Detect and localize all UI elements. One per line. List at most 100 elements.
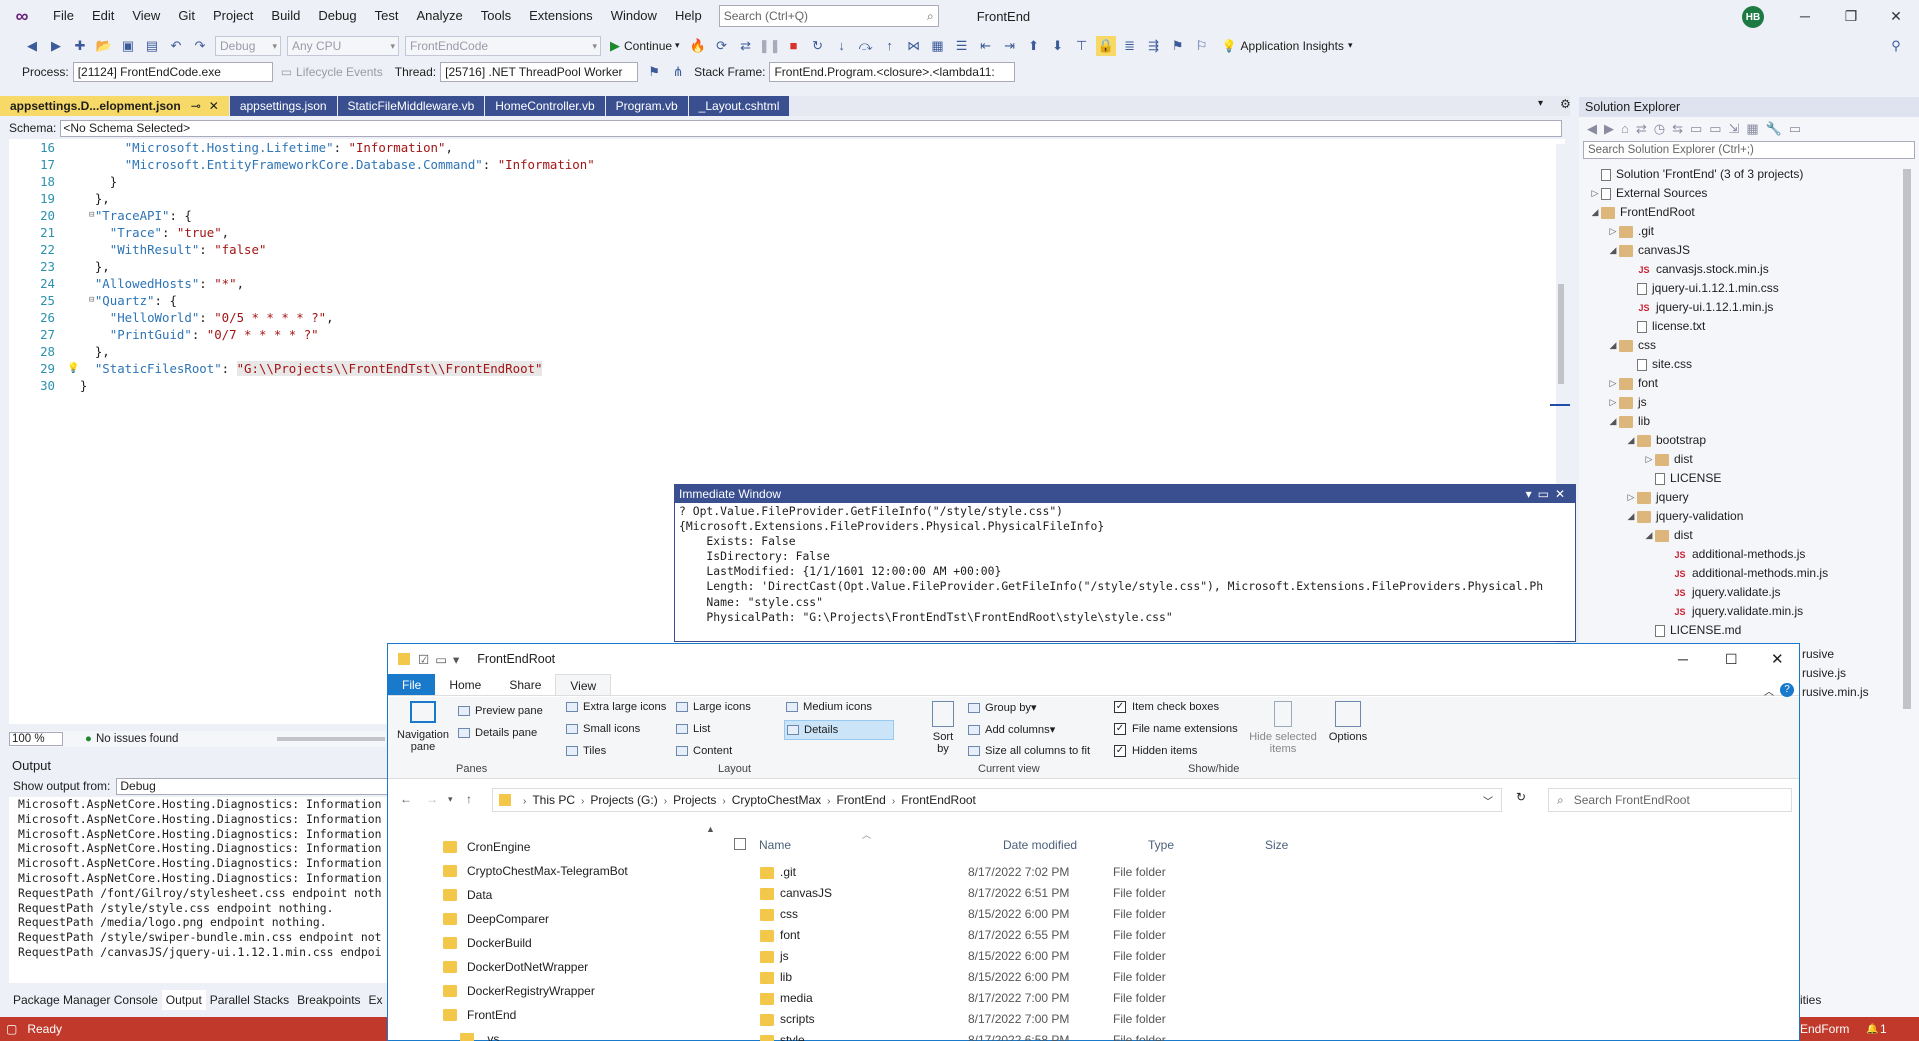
tree-item-partial[interactable]: rusive.min.js bbox=[1802, 685, 1869, 699]
explorer-close-button[interactable]: ✕ bbox=[1771, 650, 1784, 668]
split-icon[interactable]: ⊤ bbox=[1072, 36, 1092, 56]
code-line[interactable]: 16 "Microsoft.Hosting.Lifetime": "Inform… bbox=[9, 139, 1539, 156]
breadcrumb-separator-icon[interactable]: › bbox=[581, 796, 584, 807]
break-all-icon[interactable]: ❚❚ bbox=[759, 36, 781, 56]
menu-item-tools[interactable]: Tools bbox=[472, 0, 520, 32]
zoom-select[interactable]: 100 % bbox=[9, 732, 63, 746]
nav-folder-item[interactable]: Data bbox=[443, 885, 492, 905]
thread-select[interactable]: [25716] .NET ThreadPool Worker bbox=[440, 62, 639, 82]
restart-icon[interactable]: ↻ bbox=[808, 36, 828, 56]
tree-item[interactable]: LICENSE.md bbox=[1643, 621, 1741, 640]
collapse-icon[interactable]: ⊟ bbox=[89, 207, 94, 224]
arrow-down-icon[interactable]: ⬇ bbox=[1048, 36, 1068, 56]
ribbon-tab-home[interactable]: Home bbox=[435, 674, 495, 695]
details-option[interactable]: Details bbox=[784, 720, 894, 740]
bottom-tab[interactable]: Parallel Stacks bbox=[206, 990, 293, 1010]
visual-studio-logo-icon[interactable]: ∞ bbox=[0, 6, 44, 27]
small-icons-option[interactable]: Small icons bbox=[566, 723, 640, 735]
process-select[interactable]: [21124] FrontEndCode.exe bbox=[72, 62, 273, 82]
code-line[interactable]: 28 }, bbox=[9, 343, 1539, 360]
tree-item[interactable]: JS jquery.validate.min.js bbox=[1661, 602, 1803, 621]
tree-item[interactable]: license.txt bbox=[1625, 317, 1705, 336]
content-option[interactable]: Content bbox=[676, 745, 732, 757]
tab-2[interactable]: appsettings.json bbox=[229, 96, 337, 116]
menu-item-test[interactable]: Test bbox=[366, 0, 408, 32]
close-button[interactable]: ✕ bbox=[1873, 0, 1919, 32]
horizontal-scrollbar[interactable] bbox=[277, 737, 385, 741]
file-row[interactable]: canvasJS 8/17/2022 6:51 PM File folder bbox=[748, 883, 1308, 904]
tree-item[interactable]: LICENSE bbox=[1643, 469, 1721, 488]
configuration-select[interactable]: Debug bbox=[215, 35, 281, 56]
menu-item-project[interactable]: Project bbox=[204, 0, 262, 32]
code-line[interactable]: 29 "StaticFilesRoot": "G:\\Projects\\Fro… bbox=[9, 360, 1539, 377]
tree-item-partial[interactable]: rusive.js bbox=[1802, 666, 1846, 680]
breadcrumb-item[interactable]: FrontEnd bbox=[836, 793, 885, 807]
tab-4[interactable]: HomeController.vb bbox=[485, 96, 605, 116]
tree-item[interactable]: ◢ dist bbox=[1643, 526, 1693, 545]
issues-label[interactable]: No issues found bbox=[96, 733, 178, 745]
expand-arrow-icon[interactable]: ▷ bbox=[1625, 488, 1637, 507]
menu-item-extensions[interactable]: Extensions bbox=[520, 0, 602, 32]
tree-item[interactable]: ▷ .git bbox=[1607, 222, 1654, 241]
bottom-tab[interactable]: Package Manager Console bbox=[9, 990, 162, 1010]
bookmark-next-icon[interactable]: ⇥ bbox=[1000, 36, 1020, 56]
restore-button[interactable]: ❐ bbox=[1828, 0, 1874, 32]
save-all-icon[interactable]: ▤ bbox=[142, 36, 162, 56]
refresh-address-icon[interactable]: ↻ bbox=[1516, 790, 1526, 804]
step-into-icon[interactable]: ↓ bbox=[832, 36, 852, 56]
tree-item[interactable]: ▷ dist bbox=[1643, 450, 1693, 469]
expand-arrow-icon[interactable]: ◢ bbox=[1607, 241, 1619, 260]
undo-icon[interactable]: ↶ bbox=[166, 36, 186, 56]
search-input[interactable]: Search (Ctrl+Q) ⌕ bbox=[718, 5, 939, 27]
tree-item[interactable]: JS jquery-ui.1.12.1.min.js bbox=[1625, 298, 1773, 317]
code-line[interactable]: 18 } bbox=[9, 173, 1539, 190]
menu-item-window[interactable]: Window bbox=[602, 0, 666, 32]
tree-item[interactable]: ▷ jquery bbox=[1625, 488, 1689, 507]
nav-folder-item[interactable]: CronEngine bbox=[443, 837, 530, 857]
live-share-icon[interactable]: ⚲ bbox=[1886, 36, 1906, 56]
tree-item[interactable]: ◢ css bbox=[1607, 336, 1656, 355]
refresh-icon[interactable]: ⟳ bbox=[712, 36, 732, 56]
collapse-ribbon-icon[interactable]: ︿ bbox=[1764, 683, 1774, 698]
details-pane-button[interactable]: Details pane bbox=[458, 727, 537, 739]
code-line[interactable]: 19 }, bbox=[9, 190, 1539, 207]
breadcrumb-separator-icon[interactable]: › bbox=[722, 796, 725, 807]
menu-item-file[interactable]: File bbox=[44, 0, 83, 32]
bookmark-icon[interactable]: ⚑ bbox=[1168, 36, 1188, 56]
expand-arrow-icon[interactable]: ▷ bbox=[1643, 450, 1655, 469]
tree-item[interactable]: site.css bbox=[1625, 355, 1692, 374]
solution-search-input[interactable]: Search Solution Explorer (Ctrl+;) bbox=[1583, 141, 1915, 159]
nav-folder-item[interactable]: DockerDotNetWrapper bbox=[443, 957, 588, 977]
file-row[interactable]: .git 8/17/2022 7:02 PM File folder bbox=[748, 862, 1308, 883]
nav-scroll-up-icon[interactable]: ▲ bbox=[706, 824, 715, 834]
hot-reload-icon[interactable]: 🔥 bbox=[688, 36, 708, 56]
address-bar[interactable]: › This PC › Projects (G:) › Projects › CryptoCh… bbox=[492, 788, 1502, 812]
menu-item-help[interactable]: Help bbox=[666, 0, 711, 32]
file-row[interactable]: style 8/17/2022 6:58 PM File folder bbox=[748, 1030, 1308, 1041]
file-row[interactable]: scripts 8/17/2022 7:00 PM File folder bbox=[748, 1009, 1308, 1030]
show-threads-icon[interactable]: ⋈ bbox=[904, 36, 924, 56]
explorer-maximize-button[interactable]: ☐ bbox=[1725, 651, 1738, 668]
lifecycle-events-label[interactable]: Lifecycle Events bbox=[296, 65, 383, 79]
indent-icon[interactable]: ⇶ bbox=[1144, 36, 1164, 56]
avatar[interactable]: HB bbox=[1742, 6, 1764, 28]
tree-item[interactable]: ▷ External Sources bbox=[1589, 184, 1708, 203]
lock-icon[interactable]: 🔒 bbox=[1095, 35, 1116, 56]
tree-item[interactable]: ◢ bootstrap bbox=[1625, 431, 1707, 450]
editor-settings-icon[interactable]: ⚙ bbox=[1560, 97, 1571, 111]
item-check-boxes[interactable]: ✓ Item check boxes bbox=[1114, 701, 1219, 713]
step-over-icon[interactable]: ⤼ bbox=[856, 36, 876, 56]
browser-link-icon[interactable]: ⇄ bbox=[736, 36, 756, 56]
step-out-icon[interactable]: ↑ bbox=[880, 36, 900, 56]
code-line[interactable]: 27 "PrintGuid": "0/7 * * * * ?" bbox=[9, 326, 1539, 343]
size-columns-button[interactable]: Size all columns to fit bbox=[968, 745, 1090, 757]
close-tab-icon[interactable]: ✕ bbox=[209, 99, 219, 113]
bottom-tab[interactable]: Breakpoints bbox=[293, 990, 364, 1010]
schema-select[interactable]: <No Schema Selected> bbox=[60, 119, 1562, 137]
menu-item-build[interactable]: Build bbox=[262, 0, 309, 32]
open-icon[interactable]: 📂 bbox=[94, 36, 114, 56]
immediate-output[interactable]: ? Opt.Value.FileProvider.GetFileInfo("/s… bbox=[675, 503, 1555, 626]
layout-icon[interactable]: ▦ bbox=[928, 36, 948, 56]
expand-arrow-icon[interactable]: ◢ bbox=[1589, 203, 1601, 222]
continue-button[interactable]: ▶ Continue ▾ bbox=[610, 38, 680, 54]
